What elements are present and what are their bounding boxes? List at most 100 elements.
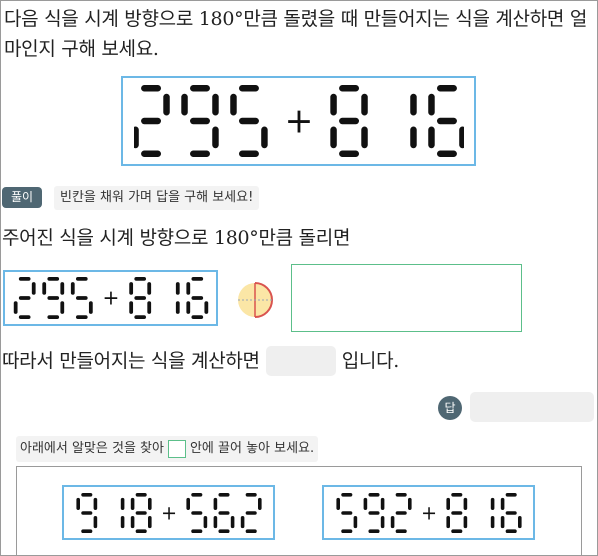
original-expression-small-display-left-digit-2-seg-a: [75, 277, 88, 281]
choice-card-1-display-left-digit-0-seg-g: [80, 510, 92, 515]
problem-expression-display-left-digit-2-seg-g: [238, 117, 259, 125]
drag-instruction-after: 안에 끌어 놓아 보세요.: [189, 441, 315, 456]
choice-card-1-display-right-digit-0-seg-f: [185, 497, 190, 510]
calc-sentence-after: 입니다.: [341, 350, 400, 372]
drop-zone-sample-icon: [167, 440, 186, 458]
choice-card-1-display-left-digit-2-seg-c: [147, 515, 152, 528]
problem-expression-display-left-digit-2-seg-c: [260, 126, 268, 149]
problem-expression-display-right-digit-2-seg-f: [427, 93, 435, 116]
original-expression-small-display-left-digit-1-seg-f: [41, 282, 46, 295]
choice-card-2-display-left-digit-0-seg-c: [353, 515, 357, 528]
choice-card-2-display-left-digit-0-seg-f: [335, 497, 340, 510]
original-expression-small-display-left-digit-1-seg-a: [46, 277, 59, 281]
problem-expression-display-left-digit-0-seg-b: [162, 93, 170, 116]
choice-card-1-display-right-digit-1-seg-f: [213, 497, 217, 510]
problem-expression-display-right-digit-0-seg-e: [329, 126, 337, 149]
rotate-half-circle-icon: [238, 282, 273, 318]
original-expression-small-display-right-digit-2-seg-d: [190, 315, 203, 319]
choice-card-2-display-left-digit-1-seg-f: [363, 497, 367, 510]
solution-hint: 빈칸을 채워 가며 답을 구해 보세요!: [54, 186, 260, 210]
choice-card-2-display-right-digit-0-seg-f: [445, 497, 450, 510]
choice-card-2-display-left-digit-1-seg-b: [380, 497, 384, 510]
calc-sentence-before: 따라서 만들어지는 식을 계산하면: [2, 350, 260, 372]
problem-expression-display-right-digit-0-seg-a: [338, 85, 359, 92]
choice-card-1-display-right-digit-1-seg-c: [230, 515, 234, 528]
original-expression-small-display-left-digit-0-seg-b: [31, 282, 36, 295]
original-expression-small-display-left-digit-0-seg-e: [13, 301, 18, 314]
choice-card-1-display-right-digit-0-seg-c: [203, 515, 207, 528]
problem-expression-display-right-digit-1-seg-c: [409, 126, 417, 149]
drag-instruction: 아래에서 알맞은 것을 찾아 안에 끌어 놓아 보세요.: [16, 436, 319, 462]
choice-card-1-display-right-digit-1-seg-g: [217, 510, 230, 515]
problem-expression-display-right-digit-2-seg-a: [436, 85, 457, 92]
choice-card-1-display-left-digit-0-seg-d: [80, 528, 92, 533]
question-text: 다음 식을 시계 방향으로 180°만큼 돌렸을 때 만들어지는 식을 계산하면…: [4, 8, 588, 60]
choice-card-2-display-left-digit-1-seg-d: [367, 528, 380, 533]
answer-input[interactable]: [470, 392, 594, 422]
original-expression-small-display-right-digit-2-seg-g: [190, 296, 203, 300]
choice-card-1-display-left-digit-1-seg-b: [120, 497, 124, 510]
problem-expression-display-right-digit-1-seg-b: [409, 93, 417, 116]
original-expression-small-display-right-digit-2-seg-f: [185, 282, 190, 295]
choice-card-2-display-right-digit-0-seg-e: [445, 515, 450, 528]
calc-result-blank[interactable]: [265, 346, 336, 376]
original-expression-small-display-left-digit-1-seg-c: [59, 301, 64, 314]
choice-card-2[interactable]: +: [322, 485, 535, 540]
original-expression-small-display-left-digit-2-seg-f: [70, 282, 75, 295]
choice-card-1-display-right-digit-0-seg-g: [190, 510, 202, 515]
problem-expression-display-left-digit-1-seg-g: [189, 117, 210, 125]
choice-card-2-display-left-digit-1-seg-g: [367, 510, 380, 515]
choice-card-2-display-right-digit-2-seg-e: [500, 515, 504, 528]
choice-card-1-display-left-digit-2-seg-f: [130, 497, 134, 510]
choice-card-2-display-right-digit-2-seg-f: [500, 497, 504, 510]
original-expression-small-display: +: [13, 277, 208, 319]
problem-expression-display-right-digit-2-seg-g: [436, 117, 457, 125]
choice-card-1-display-right-digit-1-seg-d: [217, 528, 230, 533]
original-expression-small-display-right-digit-0-seg-d: [133, 315, 146, 319]
choice-card-1-display-left-digit-0-seg-c: [93, 515, 97, 528]
problem-expression-display-left-digit-1-seg-f: [180, 93, 188, 116]
choice-card-2-display-right-digit-2-seg-g: [505, 510, 517, 515]
choice-card-1-display-left-digit-2-seg-a: [135, 492, 147, 497]
choice-card-1[interactable]: +: [62, 485, 275, 540]
original-expression-small-display-left-digit-1-seg-d: [46, 315, 59, 319]
original-expression-small: +: [3, 270, 218, 326]
problem-expression-display-left-digit-2-seg-a: [238, 85, 259, 92]
choice-card-2-display-right-digit-2-seg-d: [505, 528, 517, 533]
problem-expression-display-right-digit-2-seg-c: [458, 126, 464, 149]
problem-expression-display-left-digit-1-seg-d: [189, 150, 210, 157]
problem-expression-display-right-digit-0-seg-g: [338, 117, 359, 125]
choice-card-1-display-right-digit-1-seg-a: [217, 492, 230, 497]
original-expression-small-display-right-digit-0-seg-a: [133, 277, 146, 281]
choice-card-2-display-left-digit-2-seg-a: [395, 492, 407, 497]
original-expression-small-display-left-digit-2-seg-g: [75, 296, 88, 300]
solution-badge: 풀이: [2, 187, 42, 208]
original-expression-small-display-left-digit-2-seg-c: [88, 301, 93, 314]
choice-card-2-display-right-digit-2-seg-c: [517, 515, 522, 528]
choice-card-2-display-right-digit-0-seg-c: [463, 515, 467, 528]
original-expression-small-display-right-digit-1-seg-c: [175, 301, 180, 314]
original-expression-small-display-left-digit-0-seg-g: [18, 296, 31, 300]
problem-expression-display-left-digit-1-seg-a: [189, 85, 210, 92]
choice-card-2-display-left-digit-1-seg-a: [367, 492, 380, 497]
choice-card-2-display-right-digit-0-seg-b: [463, 497, 467, 510]
original-expression-small-display-left-digit-1-seg-g: [46, 296, 59, 300]
choice-card-1-display-left-digit-0-seg-a: [80, 492, 92, 497]
choice-card-1-display-right-digit-0-seg-a: [190, 492, 202, 497]
choice-card-2-display-left-digit-2-seg-e: [390, 515, 394, 528]
choice-card-2-display-left-digit-2-seg-g: [395, 510, 407, 515]
choice-card-2-display-operator: +: [420, 501, 436, 524]
choice-card-2-display-right-digit-1-seg-b: [490, 497, 494, 510]
problem-expression-display-operator: +: [284, 102, 313, 142]
rotated-expression-drop-zone[interactable]: [291, 264, 522, 332]
original-expression-small-display-left-digit-0-seg-a: [18, 277, 31, 281]
choice-card-1-display-left-digit-2-seg-g: [135, 510, 147, 515]
problem-expression-display-left-digit-1-seg-c: [211, 126, 219, 149]
choice-card-1-display-right-digit-2-seg-e: [240, 515, 244, 528]
problem-expression-display-left-digit-2-seg-d: [238, 150, 259, 157]
problem-expression-display-left-digit-2-seg-f: [229, 93, 237, 116]
original-expression-small-display-right-digit-2-seg-c: [203, 301, 208, 314]
choice-card-2-display-left-digit-2-seg-d: [395, 528, 407, 533]
problem-expression-display-left-digit-1-seg-b: [211, 93, 219, 116]
problem-expression-display: +: [133, 85, 464, 157]
